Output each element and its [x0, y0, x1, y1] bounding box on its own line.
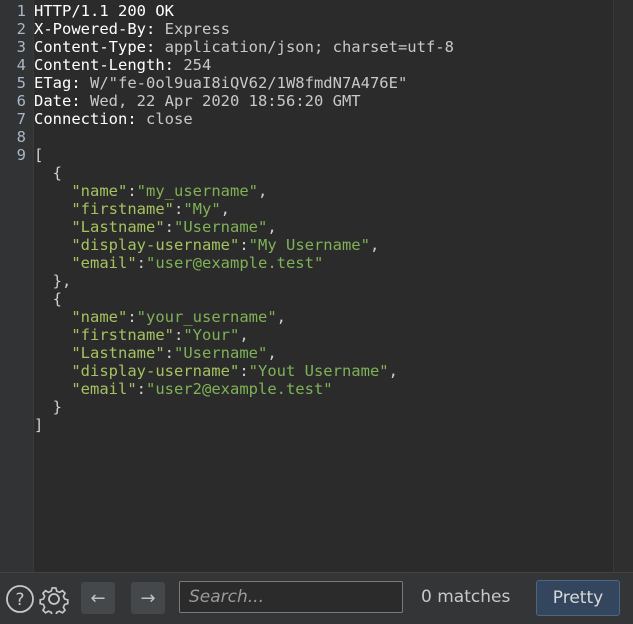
response-line: 9[	[16, 146, 44, 164]
json-line: "firstname":"My",	[71, 200, 230, 218]
json-line: ]	[34, 416, 44, 434]
json-line: {	[34, 164, 62, 182]
gear-icon[interactable]	[38, 583, 70, 615]
status-line: HTTP/1.1 200 OK	[34, 2, 174, 20]
json-line: "Lastname":"Username",	[71, 218, 277, 236]
arrow-right-icon: →	[140, 587, 156, 609]
json-line: "name":"my_username",	[71, 182, 268, 200]
arrow-left-icon: ←	[90, 587, 106, 609]
match-count: 0 matches	[421, 587, 511, 607]
response-line: 5 ETag: W/"fe-0ol9uaI8iQV62/1W8fmdN7A476E…	[16, 74, 408, 92]
next-match-button[interactable]: →	[131, 582, 165, 614]
response-line: 2 X-Powered-By: Express	[16, 20, 230, 38]
response-line: 6 Date: Wed, 22 Apr 2020 18:56:20 GMT	[16, 92, 361, 110]
json-line: }	[34, 398, 62, 416]
response-line: 7 Connection: close	[16, 110, 193, 128]
response-viewer[interactable]: 1 HTTP/1.1 200 OK 2 X-Powered-By: Express …	[0, 0, 633, 572]
response-line: 4 Content-Length: 254	[16, 56, 212, 74]
response-line: 3 Content-Type: application/json; charset…	[16, 38, 454, 56]
json-line: "display-username":"My Username",	[71, 236, 380, 254]
json-line: "name":"your_username",	[71, 308, 286, 326]
search-input[interactable]	[179, 581, 403, 613]
previous-match-button[interactable]: ←	[81, 582, 115, 614]
json-line: "email":"user@example.test"	[71, 254, 324, 272]
json-line: "display-username":"Yout Username",	[71, 362, 398, 380]
response-line: 8	[16, 128, 26, 146]
json-line: "email":"user2@example.test"	[71, 380, 333, 398]
json-line: {	[34, 290, 62, 308]
json-line: "firstname":"Your",	[71, 326, 249, 344]
json-line: "Lastname":"Username",	[71, 344, 277, 362]
question-circle-icon[interactable]: ?	[4, 583, 36, 615]
response-line: 1 HTTP/1.1 200 OK	[16, 2, 174, 20]
svg-text:?: ?	[15, 590, 24, 610]
pretty-button[interactable]: Pretty	[536, 580, 620, 616]
vertical-scrollbar[interactable]	[613, 0, 633, 572]
json-line: },	[34, 272, 72, 290]
search-toolbar: ? ← → 0 matches Pretty	[0, 572, 633, 624]
